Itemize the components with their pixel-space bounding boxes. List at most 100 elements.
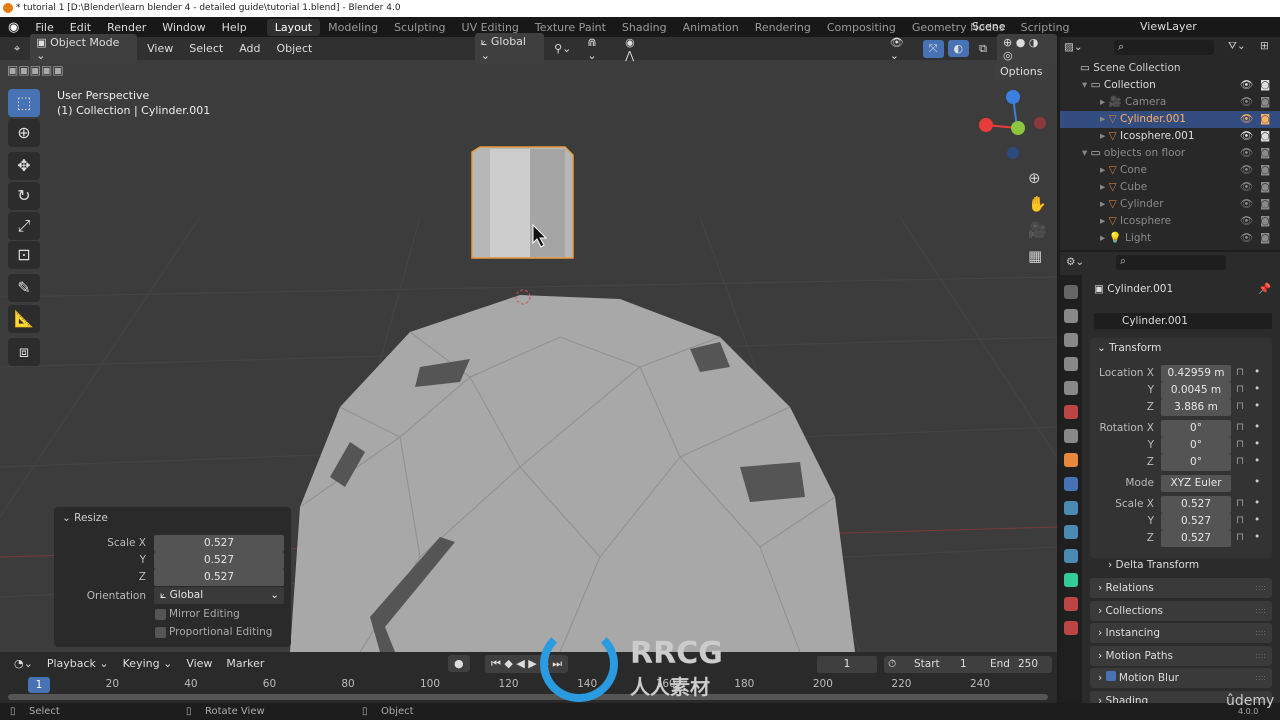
view-layer-selector[interactable]: ViewLayer [1140,19,1240,35]
add-menu[interactable]: Add [233,40,266,57]
eye-icon[interactable]: 👁 [1240,77,1253,94]
particles-tab-icon[interactable] [1064,501,1078,515]
mode-dropdown[interactable]: ▣ Object Mode ⌄ [30,33,138,64]
tab-sculpting[interactable]: Sculpting [386,19,453,36]
scale-tool-icon[interactable]: ⤢ [8,212,40,240]
drag-grip-icon[interactable]: :::: [1255,668,1266,688]
camera-render-icon[interactable]: ◙ [1260,128,1270,145]
lock-icon[interactable]: ⊓ [1236,421,1244,433]
menu-window[interactable]: Window [154,21,213,34]
outliner-search-input[interactable]: ⌕ [1114,40,1214,55]
eye-icon[interactable]: 👁 [1240,162,1253,179]
texture-tab-icon[interactable] [1064,621,1078,635]
keyframe-dot-icon[interactable]: • [1254,497,1260,509]
lock-icon[interactable]: ⊓ [1236,400,1244,412]
xray-icon[interactable]: ⧉ [973,40,993,58]
end-frame-field[interactable]: 250 [1018,656,1038,673]
expand-arrow-icon[interactable]: ▸ [1100,164,1105,176]
drag-grip-icon[interactable]: :::: [1255,601,1266,621]
editor-type-icon[interactable]: ⌖ [8,40,26,58]
physics-tab-icon[interactable] [1064,525,1078,539]
camera-render-icon[interactable]: ◙ [1260,179,1270,196]
outliner-item[interactable]: ▸ ▽ Icosphere 👁 ◙ [1060,213,1280,230]
scene-selector[interactable]: Scene [972,19,1072,35]
keyframe-dot-icon[interactable]: • [1254,366,1260,378]
world-tab-icon[interactable] [1064,405,1078,419]
shading-modes[interactable]: ⊕ ● ◑ ◎ [996,33,1058,64]
annotate-tool-icon[interactable]: ✎ [8,274,40,302]
outliner-item[interactable]: ▸ ▽ Cylinder.001 👁 ◙ [1060,111,1280,128]
outliner-item[interactable]: ▾ ▭ objects on floor 👁 ◙ [1060,145,1280,162]
options-button[interactable]: Options [994,63,1049,80]
constraints-tab-icon[interactable] [1064,549,1078,563]
output-tab-icon[interactable] [1064,333,1078,347]
eye-icon[interactable]: 👁 [1240,111,1253,128]
panel-motion-blur[interactable]: › Motion Blur:::: [1090,668,1272,688]
camera-render-icon[interactable]: ◙ [1260,77,1270,94]
eye-icon[interactable]: 👁 [1240,94,1253,111]
drag-grip-icon[interactable]: :::: [1255,578,1266,598]
menu-file[interactable]: File [27,21,61,34]
outliner-item[interactable]: ▸ ▽ Icosphere.001 👁 ◙ [1060,128,1280,145]
keyframe-dot-icon[interactable]: • [1254,455,1260,467]
outliner-display-mode-icon[interactable]: ▨⌄ [1064,41,1083,53]
gizmo-toggle-icon[interactable]: ⤧ [922,39,944,58]
select-mode-icons[interactable]: ▣▣▣▣▣ [7,63,64,77]
pivot-icon[interactable]: ⚲⌄ [548,40,577,57]
marker-menu[interactable]: Marker [220,655,270,672]
playhead[interactable]: 1 [28,677,50,693]
data-tab-icon[interactable] [1064,573,1078,587]
eye-icon[interactable]: 👁 [1240,196,1253,213]
keyframe-dot-icon[interactable]: • [1254,438,1260,450]
select-menu[interactable]: Select [183,40,229,57]
outliner-item[interactable]: ▸ ▽ Cone 👁 ◙ [1060,162,1280,179]
resize-panel-header[interactable]: ⌄ Resize [62,512,108,524]
tab-modeling[interactable]: Modeling [320,19,386,36]
lock-icon[interactable]: ⊓ [1236,514,1244,526]
expand-arrow-icon[interactable]: ▾ [1082,79,1087,91]
rotate-tool-icon[interactable]: ↻ [8,182,40,210]
camera-view-icon[interactable]: 🎥 [1028,217,1047,243]
render-tab-icon[interactable] [1064,309,1078,323]
object-name-field[interactable]: Cylinder.001 [1094,313,1272,329]
measure-tool-icon[interactable]: 📐 [8,305,40,333]
move-tool-icon[interactable]: ✥ [8,152,40,180]
resize-scale-z-field[interactable]: 0.527 [154,569,284,586]
keyframe-dot-icon[interactable]: • [1254,476,1260,488]
tab-rendering[interactable]: Rendering [747,19,819,36]
orientation-dropdown[interactable]: ⟀ Global ⌄ [474,33,545,64]
eye-icon[interactable]: 👁 [1240,230,1253,247]
add-cube-tool-icon[interactable]: ⧈ [8,338,40,366]
camera-render-icon[interactable]: ◙ [1260,213,1270,230]
delta-transform-subpanel[interactable]: › Delta Transform [1108,559,1199,571]
scale-z-field[interactable]: 0.527 [1161,530,1231,547]
lock-icon[interactable]: ⊓ [1236,438,1244,450]
keyframe-dot-icon[interactable]: • [1254,400,1260,412]
rotation-y-field[interactable]: 0° [1161,437,1231,454]
outliner-scene-collection[interactable]: ▭ Scene Collection [1060,60,1280,77]
object-menu[interactable]: Object [270,40,318,57]
eye-icon[interactable]: 👁 [1240,179,1253,196]
stopwatch-icon[interactable]: ⏱ [888,656,896,673]
motion-blur-checkbox[interactable] [1105,671,1116,681]
tab-layout[interactable]: Layout [266,18,321,36]
camera-render-icon[interactable]: ◙ [1260,145,1270,162]
location-z-field[interactable]: 3.886 m [1161,399,1231,416]
outliner-item[interactable]: ▸ 💡 Light 👁 ◙ [1060,230,1280,247]
menu-help[interactable]: Help [214,21,255,34]
proportional-edit-icon[interactable]: ◉ ⋀ [619,34,653,64]
collection-tab-icon[interactable] [1064,429,1078,443]
mirror-editing-checkbox[interactable] [155,609,166,620]
scene-tab-icon[interactable] [1064,381,1078,395]
tool-tab-icon[interactable] [1064,285,1078,299]
timeline-scrollbar[interactable] [8,694,1048,700]
tab-animation[interactable]: Animation [675,19,747,36]
menu-edit[interactable]: Edit [62,21,99,34]
timeline-editor-type-icon[interactable]: ◔⌄ [8,655,39,672]
location-x-field[interactable]: 0.42959 m [1161,365,1231,382]
keying-menu[interactable]: Keying ⌄ [117,655,179,672]
rotation-x-field[interactable]: 0° [1161,420,1231,437]
pin-icon[interactable]: 📌 [1258,282,1271,295]
camera-render-icon[interactable]: ◙ [1260,162,1270,179]
lock-icon[interactable]: ⊓ [1236,383,1244,395]
